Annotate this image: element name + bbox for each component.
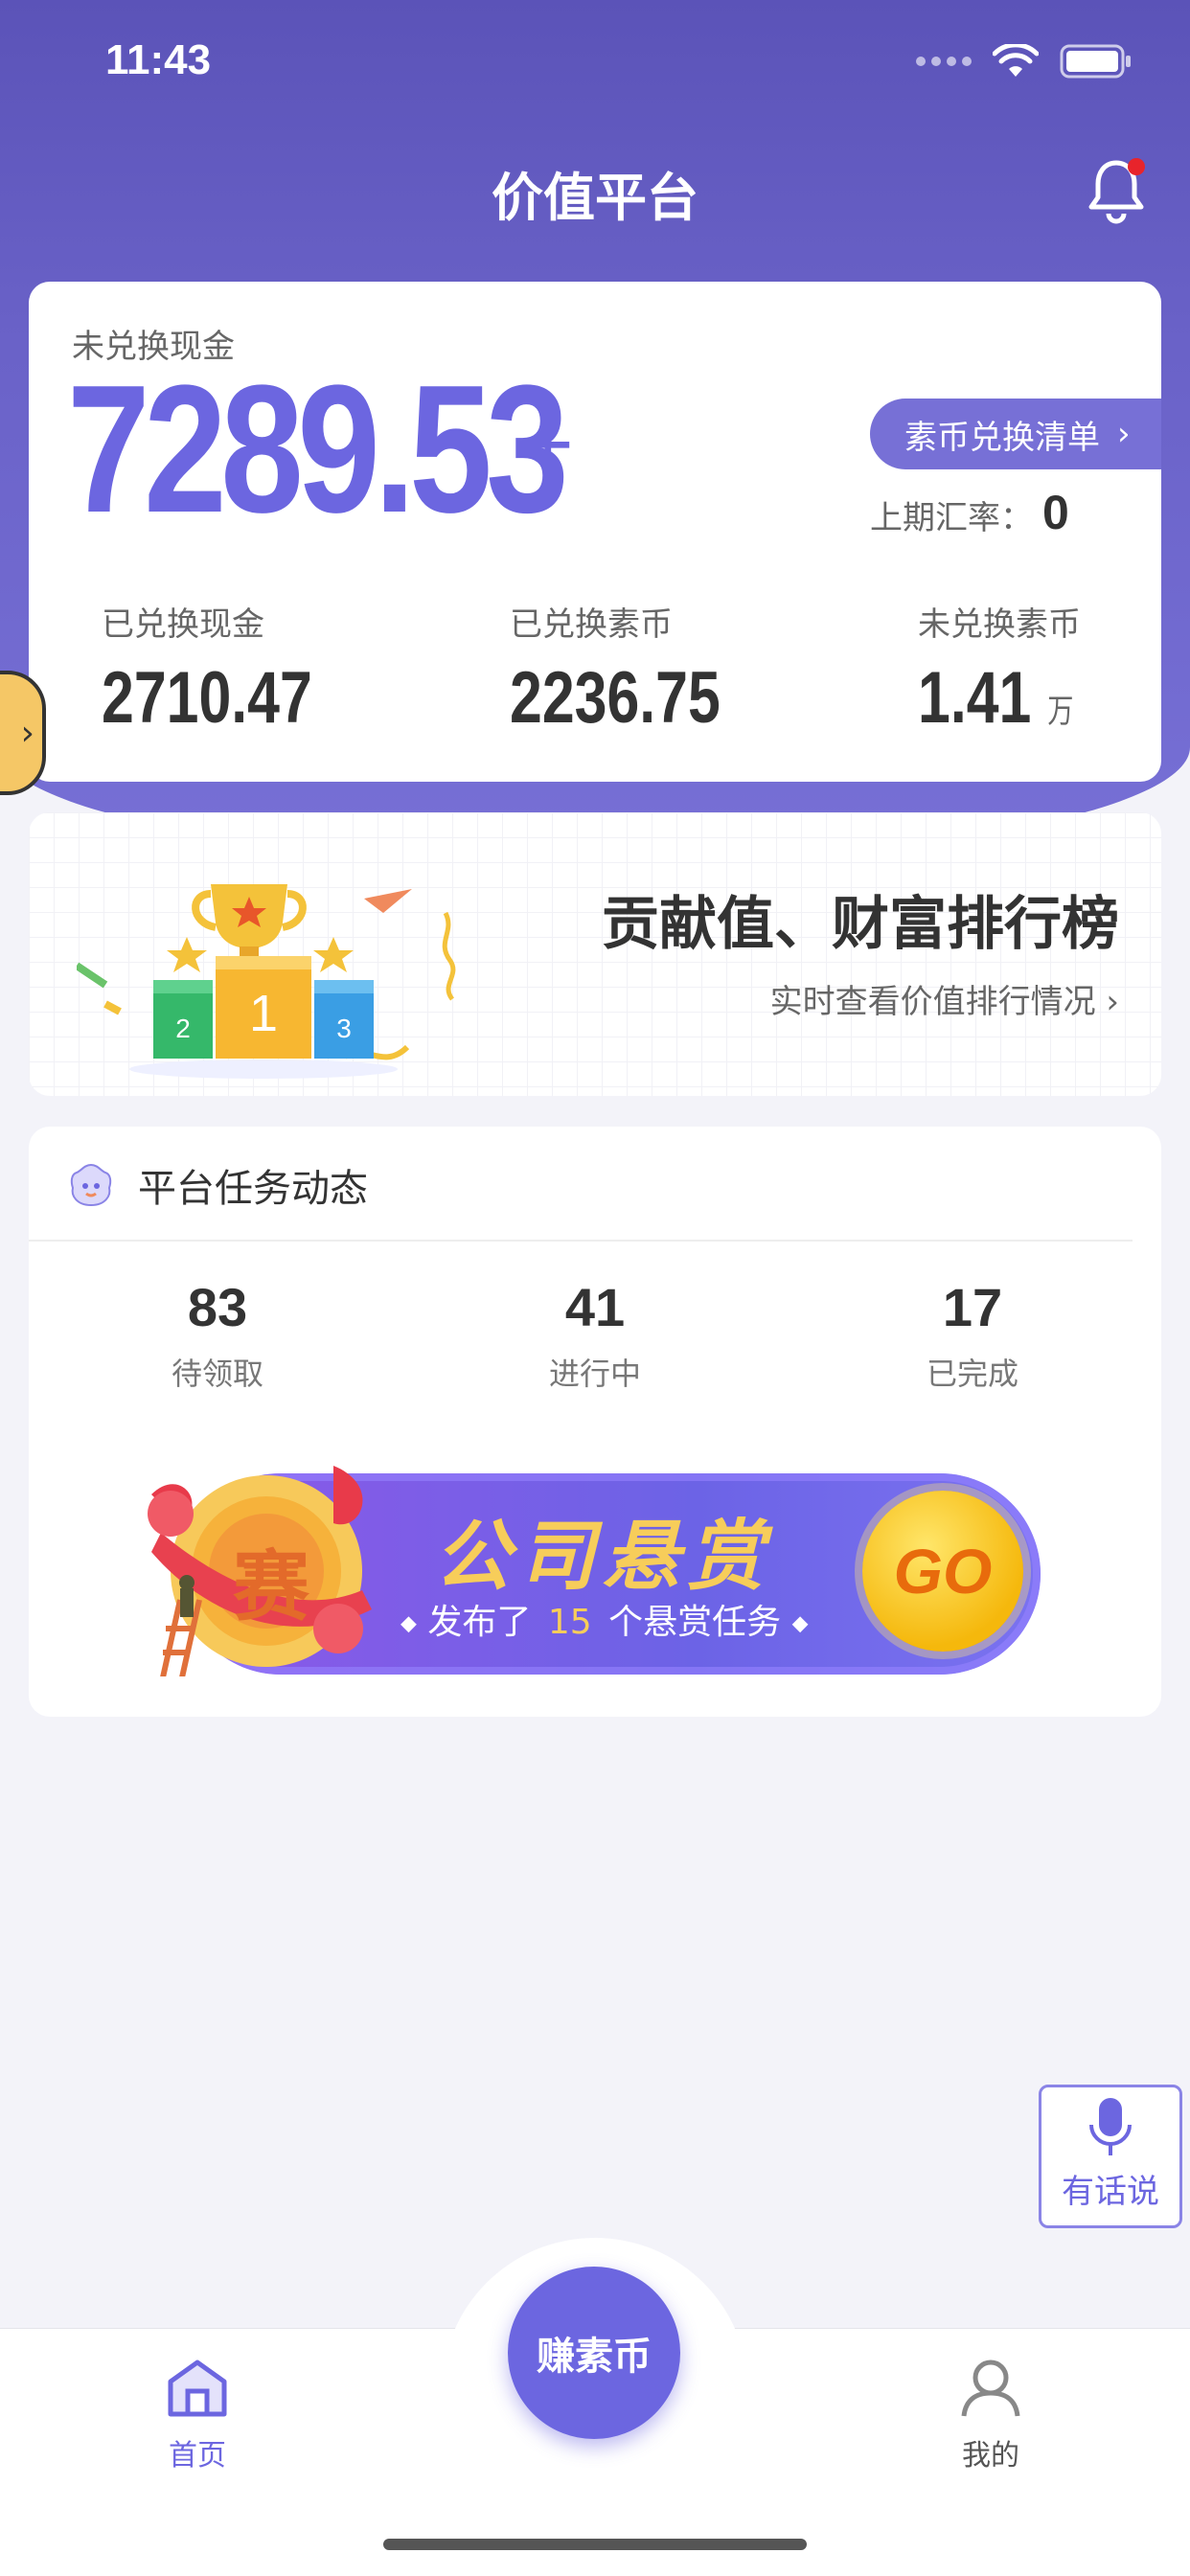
task-stat-pending[interactable]: 83 待领取 <box>122 1276 313 1394</box>
voice-label: 有话说 <box>1062 2173 1159 2211</box>
podium-1: 1 <box>249 985 278 1042</box>
task-count: 41 <box>564 1277 626 1337</box>
stat-label: 已兑换现金 <box>102 605 264 644</box>
diamond-icon: ◆ <box>791 1611 809 1636</box>
chevron-right-icon: › <box>1106 983 1119 1021</box>
stat-exchanged-cash: 已兑换现金 2710.47 <box>102 598 365 740</box>
chevron-right-icon: › <box>20 713 34 753</box>
medal-text: 赛 <box>233 1542 309 1631</box>
home-icon <box>168 2359 227 2417</box>
last-rate-value: 0 <box>1042 486 1069 539</box>
home-indicator <box>383 2539 807 2550</box>
status-bar: 11:43 <box>0 0 1190 125</box>
last-rate: 上期汇率： 0 <box>870 485 1069 540</box>
podium-3: 3 <box>336 1014 352 1043</box>
task-count: 83 <box>187 1277 248 1337</box>
task-label: 待领取 <box>171 1356 263 1392</box>
go-button[interactable]: GO <box>862 1491 1023 1652</box>
face-icon <box>70 1163 112 1207</box>
stat-value: 1.41 万 <box>918 656 1073 740</box>
user-icon <box>961 2359 1020 2417</box>
signal-icon <box>916 57 972 66</box>
tab-mine[interactable]: 我的 <box>924 2357 1058 2473</box>
reward-subtitle: ◆ 发布了 15 个悬赏任务 ◆ <box>400 1594 809 1644</box>
stat-label: 未兑换素币 <box>918 605 1081 644</box>
task-label: 进行中 <box>548 1356 641 1392</box>
wifi-icon <box>993 44 1039 77</box>
tab-label: 首页 <box>169 2439 226 2473</box>
company-reward-banner[interactable]: 赛 公司悬赏 ◆ 发布了 15 个悬赏任务 ◆ GO <box>142 1466 1041 1676</box>
status-time: 11:43 <box>105 36 212 83</box>
podium-2: 2 <box>175 1014 191 1043</box>
stat-label: 已兑换素币 <box>510 605 673 644</box>
reward-title: 公司悬赏 <box>434 1512 771 1601</box>
chevron-right-icon: › <box>1117 415 1131 453</box>
stat-number: 1.41 <box>918 657 1032 739</box>
stat-value: 2710.47 <box>102 656 312 740</box>
ranking-card[interactable]: 2 1 3 贡献值、财富排行榜 实时查看价值排行情况 › <box>29 812 1161 1096</box>
bell-icon[interactable] <box>1085 155 1148 224</box>
exchange-list-label: 素币兑换清单 <box>904 418 1100 457</box>
reward-sub-suffix: 个悬赏任务 <box>608 1603 782 1642</box>
last-rate-label: 上期汇率： <box>870 499 1033 537</box>
stat-unit: 万 <box>1047 694 1074 730</box>
stat-exchanged-coins: 已兑换素币 2236.75 <box>510 598 773 740</box>
reward-sub-prefix: 发布了 <box>427 1603 532 1642</box>
page-title: 价值平台 <box>492 168 698 228</box>
trophy-icon: 2 1 3 <box>77 884 456 1079</box>
stat-value: 2236.75 <box>510 656 721 740</box>
task-title: 平台任务动态 <box>138 1167 368 1211</box>
ranking-subtitle-text: 实时查看价值排行情况 <box>769 983 1096 1021</box>
task-label: 已完成 <box>926 1356 1018 1392</box>
tab-label: 我的 <box>962 2439 1019 2473</box>
divider <box>29 1240 1133 1242</box>
tab-home[interactable]: 首页 <box>130 2357 264 2473</box>
diamond-icon: ◆ <box>400 1611 417 1636</box>
unexchanged-cash-value: 7289.53 <box>67 348 569 551</box>
task-stat-in-progress[interactable]: 41 进行中 <box>499 1276 691 1394</box>
exchange-list-button[interactable]: 素币兑换清单 › <box>870 399 1161 469</box>
stat-unexchanged-coins: 未兑换素币 1.41 万 <box>918 598 1112 740</box>
mic-icon <box>1089 2098 1132 2155</box>
cash-summary-card: 未兑换现金 7289.53 + 素币兑换清单 › 上期汇率： 0 已兑换现金 2… <box>29 282 1161 782</box>
side-drawer-tab[interactable]: › <box>0 671 46 795</box>
voice-feedback-button[interactable]: 有话说 <box>1039 2085 1182 2228</box>
ranking-title: 贡献值、财富排行榜 <box>602 891 1119 958</box>
earn-coins-button[interactable]: 赚素币 <box>508 2267 680 2439</box>
task-count: 17 <box>942 1277 1003 1337</box>
task-stat-completed[interactable]: 17 已完成 <box>877 1276 1068 1394</box>
ranking-subtitle: 实时查看价值排行情况 › <box>770 975 1119 1022</box>
status-icons <box>916 43 1133 80</box>
stat-number: 2710.47 <box>102 657 312 739</box>
battery-icon <box>1060 44 1131 79</box>
stat-number: 2236.75 <box>510 657 721 739</box>
reward-count: 15 <box>547 1603 592 1642</box>
plus-sign: + <box>522 396 574 493</box>
task-header: 平台任务动态 <box>67 1157 368 1213</box>
